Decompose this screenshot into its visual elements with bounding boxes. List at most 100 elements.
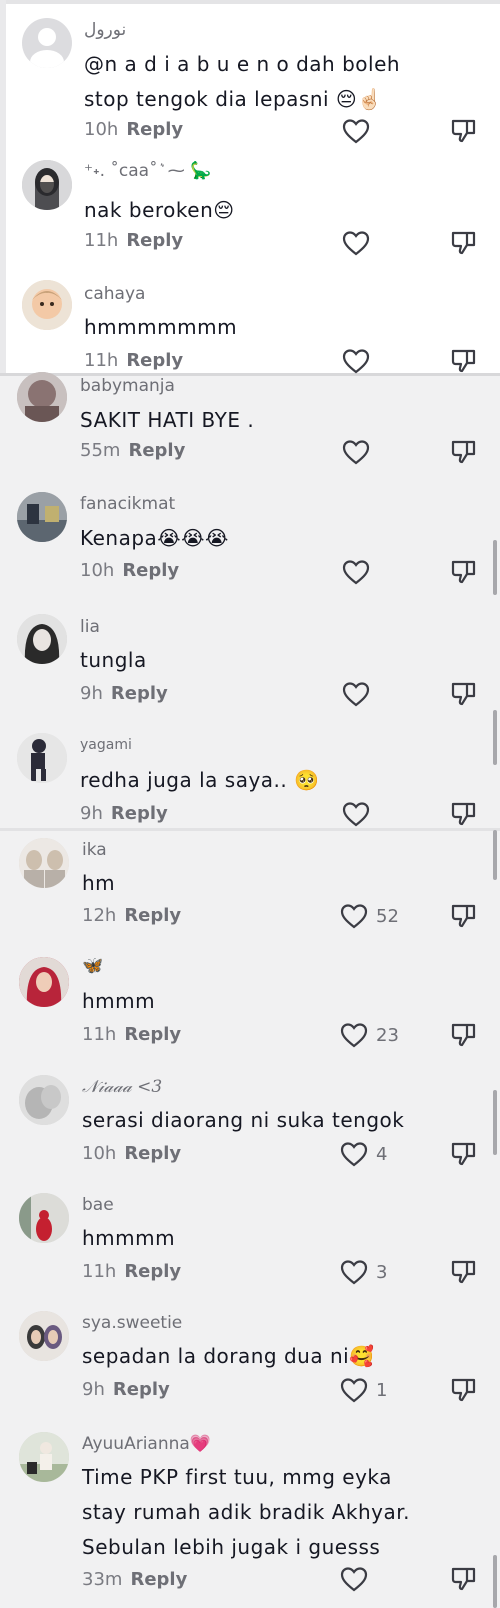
reply-button[interactable]: Reply	[111, 683, 168, 704]
thumbs-down-icon[interactable]	[451, 230, 477, 256]
comment-time: 10h	[84, 119, 119, 140]
thumbs-down-icon[interactable]	[451, 801, 477, 827]
comment-username[interactable]: ika	[82, 840, 107, 860]
thumbs-down-icon[interactable]	[451, 1022, 477, 1048]
user-avatar[interactable]	[17, 733, 67, 783]
heart-outline-icon[interactable]	[340, 1377, 368, 1403]
user-avatar[interactable]	[17, 614, 67, 664]
scrollbar-thumb[interactable]	[493, 540, 497, 595]
heart-outline-icon[interactable]	[340, 1141, 368, 1167]
comment-username[interactable]: bae	[82, 1195, 114, 1215]
comment-text: Time PKP first tuu, mmg eyka stay rumah …	[82, 1465, 410, 1559]
comment-meta: 11h Reply	[84, 230, 183, 251]
heart-outline-icon[interactable]	[342, 559, 370, 585]
user-avatar[interactable]	[19, 1075, 69, 1125]
comment-username[interactable]: نورول	[84, 20, 126, 40]
user-avatar[interactable]	[22, 280, 72, 330]
user-avatar[interactable]	[19, 838, 69, 888]
thumbs-down-icon[interactable]	[451, 559, 477, 585]
comment-text: @n a d i a b u e n o dah boleh stop teng…	[84, 52, 401, 111]
like-count: 3	[376, 1262, 388, 1283]
comment-text: Kenapa😭😭😭	[80, 526, 229, 550]
comment-meta: 11h Reply	[82, 1024, 181, 1045]
heart-outline-icon[interactable]	[342, 439, 370, 465]
heart-outline-icon[interactable]	[342, 230, 370, 256]
user-avatar[interactable]	[17, 372, 67, 422]
user-avatar[interactable]	[19, 1432, 69, 1482]
comment-time: 11h	[84, 350, 119, 371]
comment-username[interactable]: ⁺˖. ˚caa˚ ͛ ⁓ 🦕	[84, 161, 211, 181]
user-avatar[interactable]	[22, 18, 72, 68]
like-count: 23	[376, 1025, 399, 1046]
comment-text: nak beroken😔	[84, 198, 235, 222]
scrollbar-thumb[interactable]	[493, 1090, 497, 1155]
comment-text: tungla	[80, 648, 147, 672]
thumbs-down-icon[interactable]	[451, 681, 477, 707]
heart-outline-icon[interactable]	[340, 903, 368, 929]
thumbs-down-icon[interactable]	[451, 439, 477, 465]
heart-outline-icon[interactable]	[340, 1022, 368, 1048]
reply-button[interactable]: Reply	[126, 119, 183, 140]
heart-outline-icon[interactable]	[342, 348, 370, 374]
reply-button[interactable]: Reply	[124, 905, 181, 926]
comment-meta: 12h Reply	[82, 905, 181, 926]
reply-button[interactable]: Reply	[124, 1261, 181, 1282]
like-count: 52	[376, 906, 399, 927]
comment-username[interactable]: 𝒩𝒾𝒶𝒶𝒶 <3	[82, 1077, 162, 1097]
heart-outline-icon[interactable]	[342, 801, 370, 827]
comment-meta: 55m Reply	[80, 440, 185, 461]
comment-meta: 9h Reply	[80, 803, 168, 824]
comment-username[interactable]: yagami	[80, 737, 132, 753]
comment-text: hmmmmmmm	[84, 315, 238, 339]
panel-divider	[0, 828, 500, 831]
comment-username[interactable]: lia	[80, 617, 100, 637]
user-avatar[interactable]	[19, 1193, 69, 1243]
thumbs-down-icon[interactable]	[451, 1141, 477, 1167]
reply-button[interactable]: Reply	[128, 440, 185, 461]
comment-time: 10h	[80, 560, 115, 581]
heart-outline-icon[interactable]	[340, 1566, 368, 1592]
scrollbar-thumb[interactable]	[493, 830, 497, 880]
panel-divider	[0, 373, 500, 376]
heart-outline-icon[interactable]	[342, 118, 370, 144]
comment-text: SAKIT HATI BYE .	[80, 408, 255, 432]
reply-button[interactable]: Reply	[126, 350, 183, 371]
user-avatar[interactable]	[17, 492, 67, 542]
heart-outline-icon[interactable]	[340, 1259, 368, 1285]
reply-button[interactable]: Reply	[124, 1143, 181, 1164]
scrollbar-thumb[interactable]	[493, 1555, 497, 1608]
reply-button[interactable]: Reply	[124, 1024, 181, 1045]
thumbs-down-icon[interactable]	[451, 118, 477, 144]
comment-time: 9h	[82, 1379, 105, 1400]
comment-username[interactable]: fanacikmat	[80, 494, 175, 514]
comment-time: 33m	[82, 1569, 123, 1590]
reply-button[interactable]: Reply	[113, 1379, 170, 1400]
thumbs-down-icon[interactable]	[451, 348, 477, 374]
thumbs-down-icon[interactable]	[451, 903, 477, 929]
comment-time: 55m	[80, 440, 121, 461]
comment-text: redha juga la saya.. 🥺	[80, 768, 320, 792]
comment-time: 11h	[84, 230, 119, 251]
comment-username[interactable]: sya.sweetie	[82, 1313, 182, 1333]
user-avatar[interactable]	[22, 160, 72, 210]
comment-username[interactable]: 🦋	[82, 956, 103, 976]
thumbs-down-icon[interactable]	[451, 1566, 477, 1592]
comment-username[interactable]: AyuuArianna💗	[82, 1434, 211, 1454]
reply-button[interactable]: Reply	[122, 560, 179, 581]
user-avatar[interactable]	[19, 957, 69, 1007]
thumbs-down-icon[interactable]	[451, 1259, 477, 1285]
comment-text: hmmm	[82, 989, 156, 1013]
comment-text: hm	[82, 871, 116, 895]
user-avatar[interactable]	[19, 1311, 69, 1361]
comment-username[interactable]: cahaya	[84, 284, 145, 304]
thumbs-down-icon[interactable]	[451, 1377, 477, 1403]
reply-button[interactable]: Reply	[130, 1569, 187, 1590]
like-count: 1	[376, 1380, 388, 1401]
scrollbar-thumb[interactable]	[493, 710, 497, 765]
comment-username[interactable]: babymanja	[80, 376, 175, 396]
reply-button[interactable]: Reply	[111, 803, 168, 824]
comment-time: 10h	[82, 1143, 117, 1164]
comment-text: hmmmm	[82, 1226, 176, 1250]
reply-button[interactable]: Reply	[126, 230, 183, 251]
heart-outline-icon[interactable]	[342, 681, 370, 707]
